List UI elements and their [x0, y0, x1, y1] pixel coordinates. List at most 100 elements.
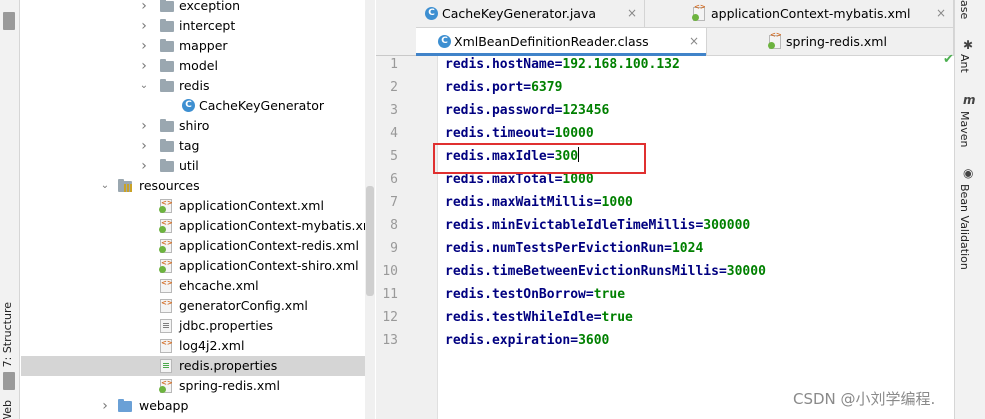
tree-item[interactable]: generatorConfig.xml	[21, 293, 375, 316]
tree-item-label: applicationContext.xml	[179, 198, 324, 213]
chevron-right-icon[interactable]: ›	[138, 16, 150, 36]
property-key: redis.password	[445, 103, 555, 118]
spring-xml-icon	[768, 22, 782, 49]
database-tool-tab[interactable]: ase	[958, 0, 971, 19]
xml-file-icon	[160, 273, 174, 293]
chevron-down-icon[interactable]: ⌄	[138, 76, 150, 96]
tree-item[interactable]: › mapper	[21, 36, 375, 56]
tree-item[interactable]: C CacheKeyGenerator	[21, 96, 375, 116]
code-line[interactable]: redis.testOnBorrow=true	[445, 283, 625, 306]
chevron-right-icon[interactable]: ›	[138, 36, 150, 56]
line-number: 13	[382, 333, 398, 348]
folder-icon	[160, 159, 174, 173]
code-line[interactable]: redis.hostName=192.168.100.132	[445, 53, 680, 76]
chevron-right-icon[interactable]: ›	[138, 56, 150, 76]
tree-item-label: applicationContext-redis.xml	[179, 238, 359, 253]
code-line[interactable]: redis.minEvictableIdleTimeMillis=300000	[445, 214, 750, 237]
properties-file-icon	[160, 319, 174, 333]
folder-icon	[160, 139, 174, 153]
tree-item[interactable]: log4j2.xml	[21, 333, 375, 356]
tree-item[interactable]: › intercept	[21, 16, 375, 36]
tree-item-label: exception	[179, 0, 241, 13]
code-line[interactable]: redis.password=123456	[445, 99, 609, 122]
code-line[interactable]: redis.port=6379	[445, 76, 562, 99]
tree-item-label: applicationContext-shiro.xml	[179, 258, 359, 273]
code-line[interactable]: redis.numTestsPerEvictionRun=1024	[445, 237, 703, 260]
chevron-right-icon[interactable]: ›	[138, 156, 150, 176]
folder-icon	[160, 0, 174, 13]
folder-icon	[160, 19, 174, 33]
chevron-right-icon[interactable]: ›	[138, 116, 150, 136]
class-icon: C	[182, 99, 196, 113]
folder-icon	[160, 119, 174, 133]
tree-item-label: shiro	[179, 118, 210, 133]
editor-tab[interactable]: C CacheKeyGenerator.java ×	[416, 0, 645, 28]
maven-tool-tab[interactable]: Maven	[958, 111, 971, 147]
tree-item-label: spring-redis.xml	[179, 378, 280, 393]
close-icon[interactable]: ×	[936, 0, 946, 27]
tree-item[interactable]: applicationContext-mybatis.xml	[21, 213, 375, 236]
scrollbar-thumb[interactable]	[366, 186, 374, 296]
tree-item[interactable]: applicationContext-redis.xml	[21, 233, 375, 256]
editor-tab[interactable]: applicationContext-mybatis.xml ×	[645, 0, 954, 28]
code-line[interactable]: redis.timeout=10000	[445, 122, 594, 145]
tree-item[interactable]: › tag	[21, 136, 375, 156]
equals-sign: =	[546, 126, 555, 141]
equals-sign: =	[523, 80, 532, 95]
folder-icon	[160, 79, 174, 93]
tree-item[interactable]: ehcache.xml	[21, 273, 375, 296]
code-line[interactable]: redis.expiration=3600	[445, 329, 609, 352]
editor-tab[interactable]: C XmlBeanDefinitionReader.class ×	[416, 28, 707, 56]
chevron-right-icon[interactable]: ›	[138, 136, 150, 156]
spring-xml-icon	[159, 253, 174, 273]
tree-scrollbar[interactable]	[365, 0, 375, 419]
bean-validation-icon: ◉	[963, 166, 974, 180]
tree-item-label: tag	[179, 138, 200, 153]
maven-icon: m	[963, 93, 976, 107]
chevron-down-icon[interactable]: ⌄	[99, 176, 111, 196]
bean-validation-tool-tab[interactable]: Bean Validation	[958, 184, 971, 270]
tree-item[interactable]: applicationContext.xml	[21, 193, 375, 216]
property-value: 6379	[531, 80, 563, 95]
property-value: 1000	[601, 195, 633, 210]
project-tree[interactable]: › exception › intercept › mapper › model ⌄ redis C…	[21, 0, 375, 419]
tree-item[interactable]: applicationContext-shiro.xml	[21, 253, 375, 276]
equals-sign: =	[593, 195, 602, 210]
close-icon[interactable]: ×	[689, 28, 699, 55]
tree-item[interactable]: › shiro	[21, 116, 375, 136]
chevron-right-icon[interactable]: ›	[99, 396, 111, 416]
tree-item[interactable]: › util	[21, 156, 375, 176]
tree-item[interactable]: spring-redis.xml	[21, 373, 375, 396]
code-line[interactable]: redis.testWhileIdle=true	[445, 306, 633, 329]
spring-xml-icon	[159, 193, 174, 213]
editor-tab[interactable]: spring-redis.xml	[707, 22, 954, 56]
tree-item[interactable]: jdbc.properties	[21, 316, 375, 336]
code-line[interactable]: redis.timeBetweenEvictionRunsMillis=3000…	[445, 260, 766, 283]
property-key: redis.hostName	[445, 57, 555, 72]
tree-item[interactable]: › model	[21, 56, 375, 76]
code-editor[interactable]: redis.hostName=192.168.100.132 redis.port…	[438, 56, 954, 419]
tree-item-label: redis.properties	[179, 358, 278, 373]
line-number: 4	[390, 126, 398, 141]
close-icon[interactable]: ×	[627, 0, 637, 27]
web-tool-tab[interactable]: Web	[1, 400, 14, 419]
equals-sign: =	[664, 241, 672, 256]
tree-item[interactable]: › exception	[21, 0, 375, 16]
tree-item[interactable]: redis.properties	[21, 356, 375, 376]
tree-item[interactable]: ⌄ redis	[21, 76, 375, 96]
editor-tab-label: applicationContext-mybatis.xml	[711, 6, 911, 21]
tree-item[interactable]: › webapp	[21, 396, 375, 416]
ant-tool-tab[interactable]: Ant	[958, 54, 971, 73]
grip-icon[interactable]	[3, 372, 15, 390]
structure-tool-tab[interactable]: 7: Structure	[1, 302, 14, 367]
class-icon: C	[438, 35, 451, 48]
equals-sign: =	[570, 333, 579, 348]
highlight-annotation-box	[433, 143, 646, 174]
code-line[interactable]: redis.maxWaitMillis=1000	[445, 191, 633, 214]
property-value: 192.168.100.132	[562, 57, 680, 72]
editor-tab-label: CacheKeyGenerator.java	[442, 6, 597, 21]
chevron-right-icon[interactable]: ›	[138, 0, 150, 16]
grip-icon[interactable]	[3, 12, 15, 30]
property-key: redis.numTestsPerEvictionRun	[445, 241, 665, 256]
tree-item[interactable]: ⌄ resources	[21, 176, 375, 196]
